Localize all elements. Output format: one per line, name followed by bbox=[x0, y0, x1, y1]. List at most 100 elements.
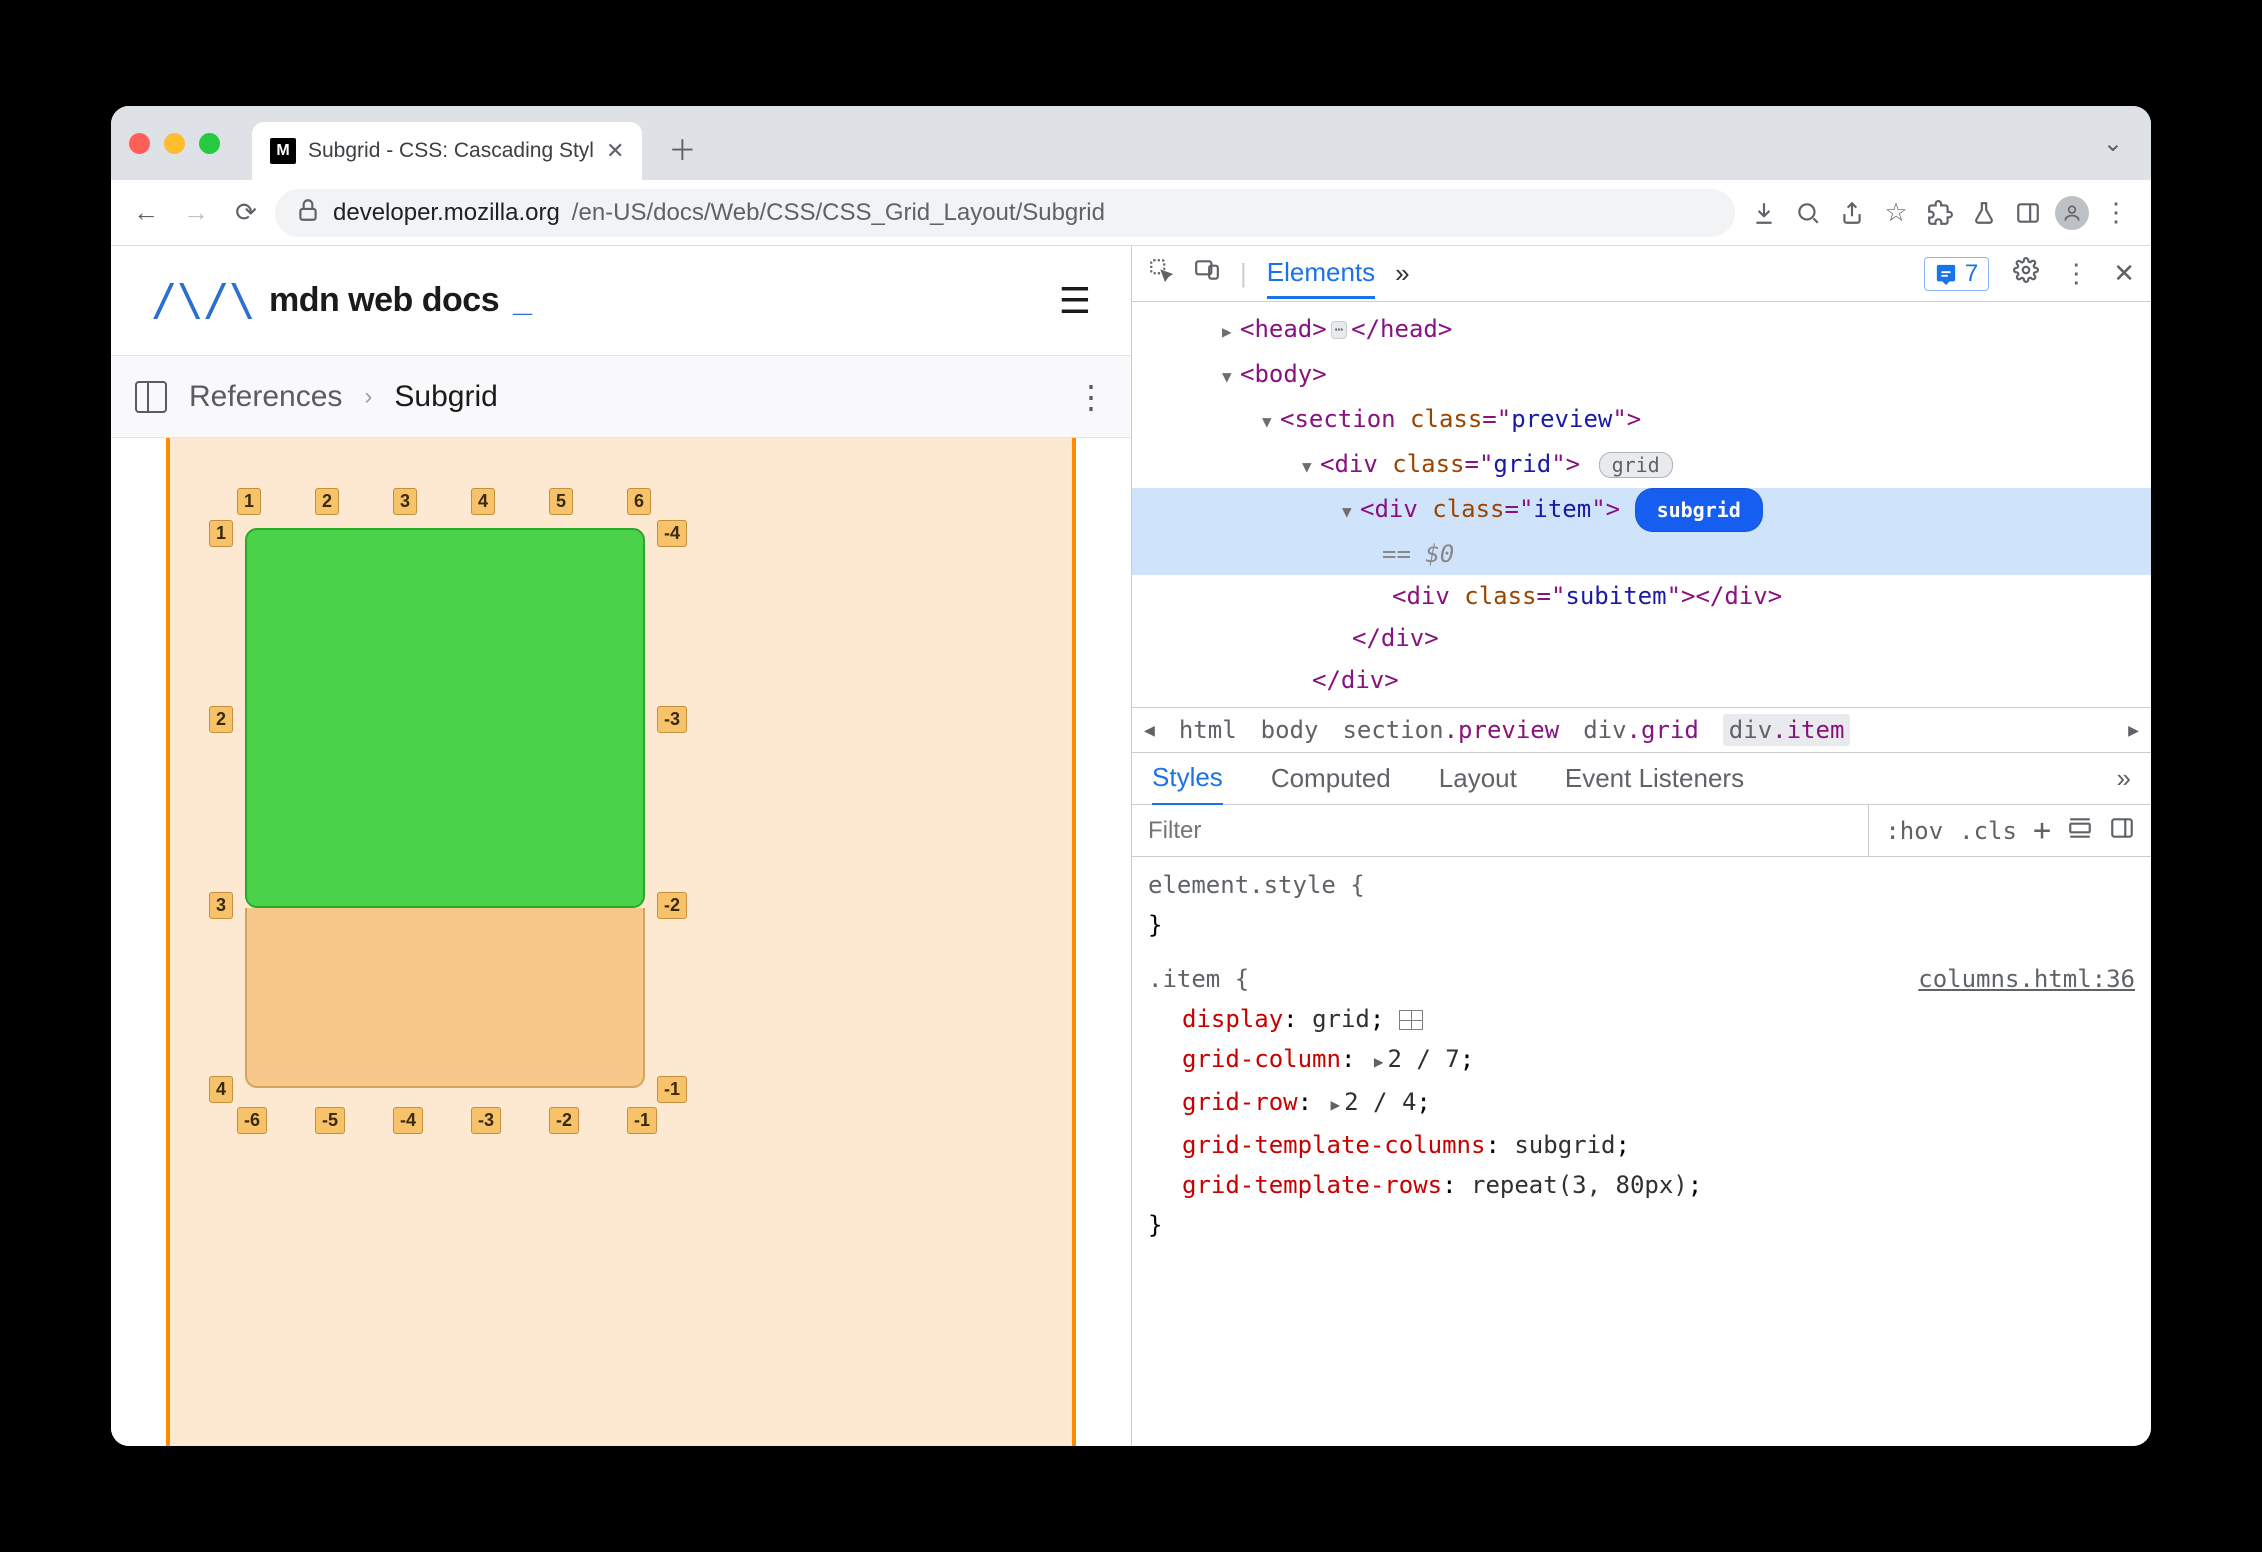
share-icon[interactable] bbox=[1831, 192, 1873, 234]
grid-line-label: -2 bbox=[657, 892, 687, 919]
styles-pane-tabs: Styles Computed Layout Event Listeners » bbox=[1132, 753, 2151, 805]
bookmark-icon[interactable]: ☆ bbox=[1875, 192, 1917, 234]
rule-source-link[interactable]: columns.html:36 bbox=[1918, 959, 2135, 999]
zoom-icon[interactable] bbox=[1787, 192, 1829, 234]
grid-overlay: 1 2 3 4 5 6 1 2 3 4 -4 -3 -2 bbox=[245, 528, 645, 1088]
dom-node[interactable]: <div class="subitem"></div> bbox=[1132, 575, 2151, 617]
device-mode-icon[interactable] bbox=[1194, 257, 1220, 290]
address-bar[interactable]: developer.mozilla.org/en-US/docs/Web/CSS… bbox=[275, 189, 1735, 237]
bc-seg-current[interactable]: div.item bbox=[1723, 714, 1851, 746]
styles-more-icon[interactable]: » bbox=[2117, 763, 2131, 794]
bc-seg[interactable]: body bbox=[1261, 716, 1319, 744]
dom-node-selected[interactable]: ▼<div class="item"> subgrid bbox=[1132, 488, 2151, 533]
install-icon[interactable] bbox=[1743, 192, 1785, 234]
grid-badge[interactable]: grid bbox=[1599, 452, 1673, 478]
mdn-logo-mark: /\/\ bbox=[151, 275, 255, 326]
devtools-panel: | Elements » 7 ⋮ ✕ ▶<head>⋯</head> ▼<bod… bbox=[1131, 246, 2151, 1446]
new-tab-button[interactable]: ＋ bbox=[662, 129, 702, 169]
rule-close: } bbox=[1148, 1205, 2135, 1245]
css-prop[interactable]: grid-column: ▶2 / 7; bbox=[1148, 1039, 2135, 1082]
dom-node[interactable]: </div> bbox=[1132, 659, 2151, 701]
flex-align-icon[interactable] bbox=[2067, 815, 2093, 847]
tab-title: Subgrid - CSS: Cascading Styl bbox=[308, 139, 594, 163]
css-rules[interactable]: element.style { } .item { columns.html:3… bbox=[1132, 857, 2151, 1446]
dom-node[interactable]: ▼<div class="grid"> grid bbox=[1132, 443, 2151, 488]
toggle-pane-icon[interactable] bbox=[2109, 815, 2135, 847]
css-prop[interactable]: grid-row: ▶2 / 4; bbox=[1148, 1082, 2135, 1125]
dom-node[interactable]: ▶<head>⋯</head> bbox=[1132, 308, 2151, 353]
mdn-logo[interactable]: /\/\ mdn web docs _ bbox=[151, 275, 532, 326]
settings-gear-icon[interactable] bbox=[2013, 257, 2039, 290]
page-header: /\/\ mdn web docs _ ☰ bbox=[111, 246, 1131, 356]
breadcrumb-references[interactable]: References bbox=[189, 380, 342, 414]
rule-selector[interactable]: element.style { bbox=[1148, 865, 1365, 905]
minimize-window-button[interactable] bbox=[164, 133, 185, 154]
new-rule-icon[interactable]: + bbox=[2033, 813, 2051, 848]
page-viewport: /\/\ mdn web docs _ ☰ References › Subgr… bbox=[111, 246, 1131, 1446]
close-window-button[interactable] bbox=[129, 133, 150, 154]
dom-tree[interactable]: ▶<head>⋯</head> ▼<body> ▼<section class=… bbox=[1132, 302, 2151, 707]
event-listeners-tab[interactable]: Event Listeners bbox=[1565, 763, 1744, 794]
hamburger-menu-icon[interactable]: ☰ bbox=[1059, 280, 1091, 322]
browser-window: M Subgrid - CSS: Cascading Styl ✕ ＋ ⌄ ← … bbox=[111, 106, 2151, 1446]
browser-tab[interactable]: M Subgrid - CSS: Cascading Styl ✕ bbox=[252, 122, 642, 180]
grid-editor-icon[interactable] bbox=[1399, 1010, 1423, 1030]
back-button[interactable]: ← bbox=[125, 192, 167, 234]
extensions-icon[interactable] bbox=[1919, 192, 1961, 234]
cls-toggle[interactable]: .cls bbox=[1959, 817, 2017, 845]
grid-line-label: -4 bbox=[393, 1107, 423, 1134]
styles-tab[interactable]: Styles bbox=[1152, 762, 1223, 806]
rule-close: } bbox=[1148, 905, 2135, 945]
grid-line-label: -6 bbox=[237, 1107, 267, 1134]
reload-button[interactable]: ⟳ bbox=[225, 192, 267, 234]
inspect-icon[interactable] bbox=[1148, 257, 1174, 290]
bc-scroll-right-icon[interactable]: ▶ bbox=[2128, 720, 2139, 741]
chevron-right-icon: › bbox=[364, 383, 372, 411]
avatar bbox=[2055, 196, 2089, 230]
issues-count: 7 bbox=[1965, 260, 1978, 288]
tab-strip: M Subgrid - CSS: Cascading Styl ✕ ＋ ⌄ bbox=[111, 106, 2151, 180]
css-prop[interactable]: grid-template-columns: subgrid; bbox=[1148, 1125, 2135, 1165]
lock-icon bbox=[295, 197, 321, 229]
bc-seg[interactable]: html bbox=[1179, 716, 1237, 744]
devtools-close-icon[interactable]: ✕ bbox=[2113, 258, 2135, 289]
grid-line-label: 1 bbox=[209, 520, 233, 547]
grid-line-label: -3 bbox=[471, 1107, 501, 1134]
grid-line-label: -5 bbox=[315, 1107, 345, 1134]
grid-line-label: -4 bbox=[657, 520, 687, 547]
browser-toolbar: ← → ⟳ developer.mozilla.org/en-US/docs/W… bbox=[111, 180, 2151, 246]
forward-button[interactable]: → bbox=[175, 192, 217, 234]
labs-icon[interactable] bbox=[1963, 192, 2005, 234]
side-panel-icon[interactable] bbox=[2007, 192, 2049, 234]
tabs-overflow-icon[interactable]: » bbox=[1395, 258, 1409, 289]
rule-selector[interactable]: .item { bbox=[1148, 959, 1249, 999]
css-prop[interactable]: display: grid; bbox=[1148, 999, 2135, 1039]
bc-scroll-left-icon[interactable]: ◀ bbox=[1144, 720, 1155, 741]
sidebar-toggle-icon[interactable] bbox=[135, 381, 167, 413]
bc-seg[interactable]: section.preview bbox=[1342, 716, 1559, 744]
profile-button[interactable] bbox=[2051, 192, 2093, 234]
maximize-window-button[interactable] bbox=[199, 133, 220, 154]
close-tab-icon[interactable]: ✕ bbox=[606, 138, 624, 164]
hov-toggle[interactable]: :hov bbox=[1885, 817, 1943, 845]
subgrid-badge[interactable]: subgrid bbox=[1639, 492, 1759, 528]
dom-node[interactable]: ▼<section class="preview"> bbox=[1132, 398, 2151, 443]
dom-node[interactable]: </div> bbox=[1132, 617, 2151, 659]
grid-line-label: 4 bbox=[471, 488, 495, 515]
content-area: /\/\ mdn web docs _ ☰ References › Subgr… bbox=[111, 246, 2151, 1446]
css-prop[interactable]: grid-template-rows: repeat(3, 80px); bbox=[1148, 1165, 2135, 1205]
grid-item-green bbox=[245, 528, 645, 908]
layout-tab[interactable]: Layout bbox=[1439, 763, 1517, 794]
computed-tab[interactable]: Computed bbox=[1271, 763, 1391, 794]
bc-seg[interactable]: div.grid bbox=[1583, 716, 1699, 744]
devtools-kebab-icon[interactable]: ⋮ bbox=[2063, 258, 2089, 289]
mdn-brand-text: mdn web docs bbox=[269, 281, 499, 320]
grid-line-label: 1 bbox=[237, 488, 261, 515]
page-menu-icon[interactable]: ⋮ bbox=[1075, 378, 1107, 416]
tab-overflow-icon[interactable]: ⌄ bbox=[2103, 129, 2123, 158]
styles-filter-input[interactable] bbox=[1132, 805, 1869, 856]
issues-badge[interactable]: 7 bbox=[1924, 257, 1989, 291]
dom-node[interactable]: ▼<body> bbox=[1132, 353, 2151, 398]
elements-tab[interactable]: Elements bbox=[1267, 257, 1375, 299]
kebab-menu-icon[interactable]: ⋮ bbox=[2095, 192, 2137, 234]
